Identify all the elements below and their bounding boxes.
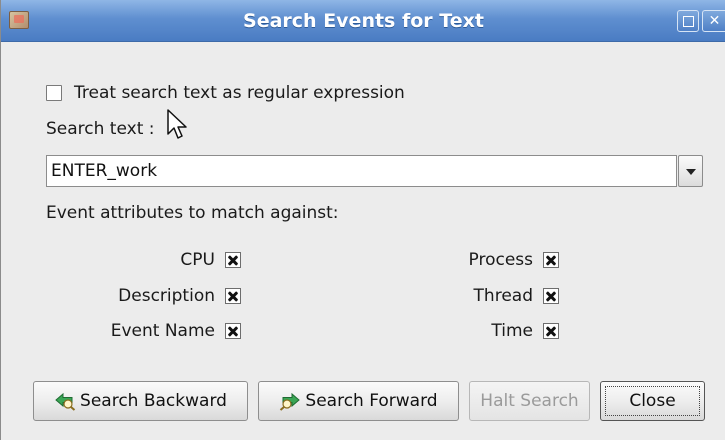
attr-time-checkbox[interactable] — [543, 323, 559, 339]
search-backward-label: Search Backward — [80, 391, 227, 411]
close-button[interactable]: Close — [600, 381, 705, 421]
search-text-label: Search text : — [46, 119, 155, 139]
attr-thread-label: Thread — [473, 286, 533, 306]
window-title: Search Events for Text — [243, 10, 484, 32]
regex-option[interactable]: Treat search text as regular expression — [46, 82, 405, 104]
search-forward-label: Search Forward — [305, 391, 438, 411]
attr-thread-checkbox[interactable] — [543, 288, 559, 304]
attr-description-label: Description — [118, 286, 215, 306]
attr-cpu-label: CPU — [180, 250, 215, 270]
maximize-button[interactable] — [677, 10, 699, 32]
regex-checkbox[interactable] — [46, 85, 62, 101]
attr-description[interactable]: Description — [96, 286, 241, 306]
attributes-heading: Event attributes to match against: — [46, 203, 339, 223]
mouse-pointer-icon — [167, 109, 187, 139]
attr-description-checkbox[interactable] — [225, 288, 241, 304]
attr-time-label: Time — [491, 321, 533, 341]
close-window-button[interactable]: ✕ — [702, 10, 725, 32]
dialog-window: Search Events for Text ✕ Treat search te… — [0, 0, 725, 440]
search-forward-button[interactable]: Search Forward — [258, 381, 459, 421]
attr-cpu[interactable]: CPU — [96, 250, 241, 270]
regex-checkbox-label: Treat search text as regular expression — [74, 83, 405, 103]
close-icon: ✕ — [708, 13, 721, 29]
attr-time[interactable]: Time — [421, 321, 559, 341]
attr-cpu-checkbox[interactable] — [225, 252, 241, 268]
attr-event-name[interactable]: Event Name — [81, 321, 241, 341]
combo-dropdown-button[interactable] — [678, 155, 703, 187]
attr-event-name-checkbox[interactable] — [225, 323, 241, 339]
search-text-input[interactable] — [46, 155, 677, 187]
search-backward-icon — [55, 392, 76, 411]
halt-search-label: Halt Search — [480, 391, 579, 411]
title-bar[interactable]: Search Events for Text ✕ — [1, 0, 725, 42]
search-forward-icon — [280, 392, 301, 411]
attr-process-checkbox[interactable] — [543, 252, 559, 268]
attr-thread[interactable]: Thread — [421, 286, 559, 306]
search-backward-button[interactable]: Search Backward — [33, 381, 248, 421]
attr-process[interactable]: Process — [421, 250, 559, 270]
attr-event-name-label: Event Name — [110, 321, 215, 341]
maximize-icon — [682, 16, 694, 27]
focus-ring — [605, 386, 700, 416]
attr-process-label: Process — [468, 250, 534, 270]
halt-search-button[interactable]: Halt Search — [469, 381, 590, 421]
search-text-combo[interactable] — [46, 155, 703, 187]
